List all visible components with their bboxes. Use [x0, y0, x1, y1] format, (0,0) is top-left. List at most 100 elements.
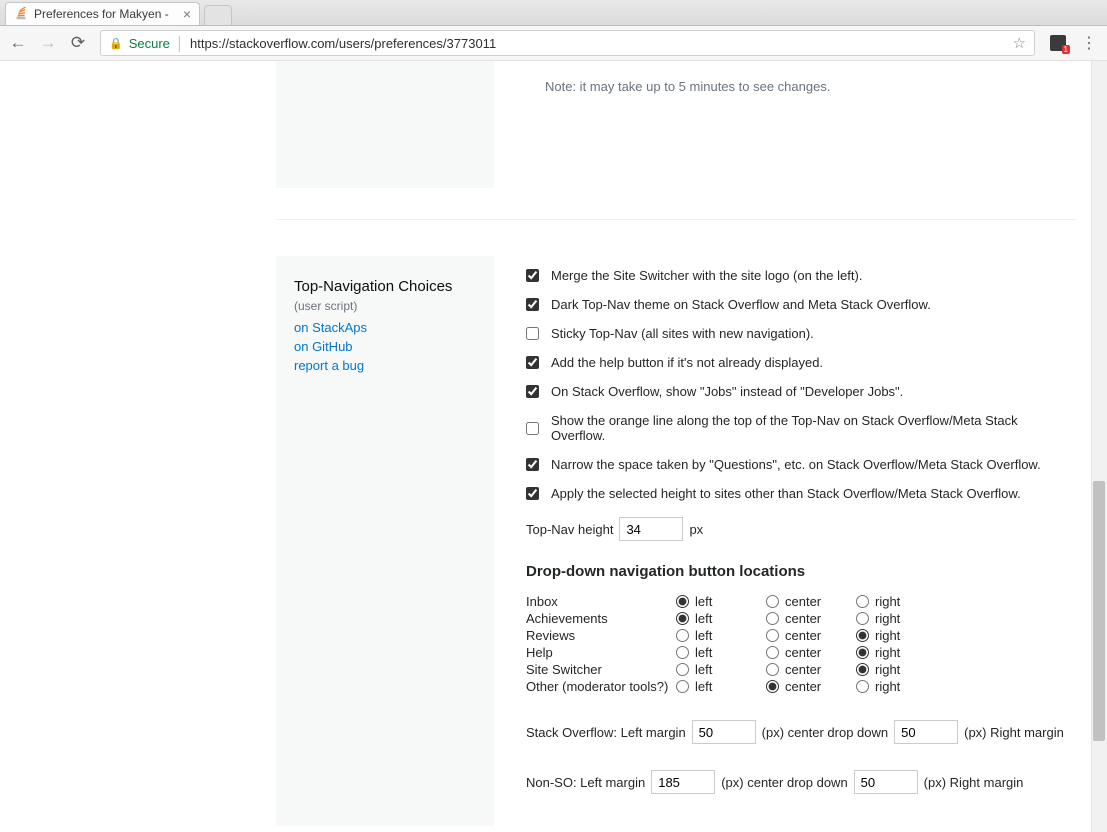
so-left-margin-input[interactable]	[692, 720, 756, 744]
dd-radio-5-center[interactable]	[766, 680, 779, 693]
dd-row-name-2: Reviews	[526, 628, 676, 643]
dropdown-heading: Drop-down navigation button locations	[526, 563, 1073, 580]
dd-radio-3-center[interactable]	[766, 646, 779, 659]
option-row-7[interactable]: Apply the selected height to sites other…	[526, 486, 1073, 501]
dd-row-name-5: Other (moderator tools?)	[526, 679, 676, 694]
height-input[interactable]	[619, 517, 683, 541]
bookmark-star-icon[interactable]: ☆	[1013, 34, 1026, 52]
dd-radio-3-right[interactable]	[856, 646, 869, 659]
reload-button[interactable]: ⟳	[70, 33, 86, 53]
previous-section-sidebar	[276, 61, 494, 188]
lock-icon: 🔒	[109, 37, 123, 50]
extension-icon[interactable]: 1	[1049, 34, 1067, 52]
option-checkbox-7[interactable]	[526, 487, 539, 500]
dd-3-right[interactable]: right	[856, 645, 926, 660]
tab-close-icon[interactable]: ×	[183, 6, 191, 22]
dd-radio-0-center[interactable]	[766, 595, 779, 608]
option-checkbox-6[interactable]	[526, 458, 539, 471]
dd-0-right[interactable]: right	[856, 594, 926, 609]
dd-row-name-0: Inbox	[526, 594, 676, 609]
dd-2-left[interactable]: left	[676, 628, 766, 643]
dd-4-left[interactable]: left	[676, 662, 766, 677]
dd-radio-4-center[interactable]	[766, 663, 779, 676]
back-button[interactable]: ←	[10, 33, 26, 53]
option-row-3[interactable]: Add the help button if it's not already …	[526, 355, 1073, 370]
section-content: Merge the Site Switcher with the site lo…	[494, 256, 1083, 826]
nonso-right-margin-input[interactable]	[854, 770, 918, 794]
so-right-margin-input[interactable]	[894, 720, 958, 744]
dd-radio-2-right[interactable]	[856, 629, 869, 642]
address-bar[interactable]: 🔒 Secure │ https://stackoverflow.com/use…	[100, 30, 1035, 56]
sidebar-link-github[interactable]: on GitHub	[294, 338, 476, 357]
height-label: Top-Nav height	[526, 522, 613, 537]
dd-radio-0-right[interactable]	[856, 595, 869, 608]
dd-radio-2-left[interactable]	[676, 629, 689, 642]
option-label-7: Apply the selected height to sites other…	[551, 486, 1021, 501]
option-checkbox-0[interactable]	[526, 269, 539, 282]
option-label-4: On Stack Overflow, show "Jobs" instead o…	[551, 384, 903, 399]
forward-button[interactable]: →	[40, 33, 56, 53]
section-sidebar: Top-Navigation Choices (user script) on …	[276, 256, 494, 826]
dd-5-right[interactable]: right	[856, 679, 926, 694]
dd-0-center[interactable]: center	[766, 594, 856, 609]
option-checkbox-3[interactable]	[526, 356, 539, 369]
dd-4-right[interactable]: right	[856, 662, 926, 677]
dd-radio-4-right[interactable]	[856, 663, 869, 676]
tab-title: Preferences for Makyen -	[34, 7, 177, 21]
dd-radio-0-left[interactable]	[676, 595, 689, 608]
dd-1-left[interactable]: left	[676, 611, 766, 626]
sidebar-link-bug[interactable]: report a bug	[294, 357, 476, 376]
dd-row-name-3: Help	[526, 645, 676, 660]
dd-radio-1-right[interactable]	[856, 612, 869, 625]
option-label-6: Narrow the space taken by "Questions", e…	[551, 457, 1041, 472]
dd-3-left[interactable]: left	[676, 645, 766, 660]
dd-radio-5-right[interactable]	[856, 680, 869, 693]
dd-5-center[interactable]: center	[766, 679, 856, 694]
dd-4-center[interactable]: center	[766, 662, 856, 677]
secure-label: Secure	[129, 36, 170, 51]
save-note-text: Note: it may take up to 5 minutes to see…	[545, 79, 1107, 94]
option-row-4[interactable]: On Stack Overflow, show "Jobs" instead o…	[526, 384, 1073, 399]
browser-toolbar: ← → ⟳ 🔒 Secure │ https://stackoverflow.c…	[0, 26, 1107, 61]
topnav-choices-section: Top-Navigation Choices (user script) on …	[276, 256, 1083, 826]
sidebar-title: Top-Navigation Choices	[294, 278, 476, 295]
scrollbar-track[interactable]	[1091, 61, 1107, 832]
scrollbar-thumb[interactable]	[1093, 481, 1105, 741]
dd-2-center[interactable]: center	[766, 628, 856, 643]
dd-radio-2-center[interactable]	[766, 629, 779, 642]
option-label-5: Show the orange line along the top of th…	[551, 413, 1073, 443]
dd-radio-3-left[interactable]	[676, 646, 689, 659]
dd-1-center[interactable]: center	[766, 611, 856, 626]
option-checkbox-2[interactable]	[526, 327, 539, 340]
dd-radio-5-left[interactable]	[676, 680, 689, 693]
topnav-height-row: Top-Nav height px	[526, 517, 1073, 541]
chrome-menu-icon[interactable]: ⋮	[1081, 33, 1097, 53]
option-row-0[interactable]: Merge the Site Switcher with the site lo…	[526, 268, 1073, 283]
new-tab-button[interactable]	[204, 5, 232, 25]
option-checkbox-4[interactable]	[526, 385, 539, 398]
nonso-left-margin-input[interactable]	[651, 770, 715, 794]
dd-row-name-1: Achievements	[526, 611, 676, 626]
height-unit: px	[689, 522, 703, 537]
dd-radio-1-center[interactable]	[766, 612, 779, 625]
dd-1-right[interactable]: right	[856, 611, 926, 626]
browser-tab-active[interactable]: Preferences for Makyen - ×	[5, 2, 200, 25]
dropdown-location-table: InboxleftcenterrightAchievementsleftcent…	[526, 594, 1073, 694]
dd-2-right[interactable]: right	[856, 628, 926, 643]
option-checkbox-5[interactable]	[526, 422, 539, 435]
option-label-0: Merge the Site Switcher with the site lo…	[551, 268, 862, 283]
dd-0-left[interactable]: left	[676, 594, 766, 609]
url-text: https://stackoverflow.com/users/preferen…	[190, 36, 496, 51]
option-row-2[interactable]: Sticky Top-Nav (all sites with new navig…	[526, 326, 1073, 341]
option-row-6[interactable]: Narrow the space taken by "Questions", e…	[526, 457, 1073, 472]
option-row-5[interactable]: Show the orange line along the top of th…	[526, 413, 1073, 443]
option-label-2: Sticky Top-Nav (all sites with new navig…	[551, 326, 814, 341]
dd-3-center[interactable]: center	[766, 645, 856, 660]
dd-radio-1-left[interactable]	[676, 612, 689, 625]
dd-5-left[interactable]: left	[676, 679, 766, 694]
sidebar-link-stackapps[interactable]: on StackAps	[294, 319, 476, 338]
option-row-1[interactable]: Dark Top-Nav theme on Stack Overflow and…	[526, 297, 1073, 312]
dd-radio-4-left[interactable]	[676, 663, 689, 676]
option-checkbox-1[interactable]	[526, 298, 539, 311]
so-margin-row: Stack Overflow: Left margin (px) center …	[526, 720, 1073, 744]
